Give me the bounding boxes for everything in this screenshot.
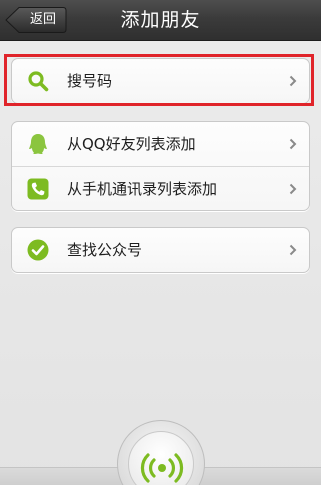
check-circle-icon — [27, 239, 49, 261]
chevron-right-icon — [289, 138, 297, 150]
phone-contacts-item[interactable]: 从手机通讯录列表添加 — [12, 166, 309, 210]
highlight-frame — [4, 54, 314, 106]
qq-penguin-icon — [29, 134, 47, 154]
qq-friends-item[interactable]: 从QQ好友列表添加 — [12, 122, 309, 166]
top-navigation-bar: 返回 添加朋友 — [0, 0, 321, 41]
find-public-account-label: 查找公众号 — [67, 241, 143, 259]
public-accounts-card: 查找公众号 — [11, 227, 310, 273]
radar-button[interactable] — [117, 420, 205, 485]
radar-button-face — [128, 431, 194, 485]
chevron-right-icon — [289, 244, 297, 256]
chevron-right-icon — [289, 183, 297, 195]
radar-signal-icon — [140, 453, 184, 483]
page-title: 添加朋友 — [120, 9, 201, 31]
phone-contacts-label: 从手机通讯录列表添加 — [67, 180, 218, 198]
phone-icon — [27, 178, 49, 200]
import-contacts-card: 从QQ好友列表添加 从手机通讯录列表添加 — [11, 121, 310, 211]
find-public-account-item[interactable]: 查找公众号 — [12, 228, 309, 272]
qq-friends-label: 从QQ好友列表添加 — [67, 135, 196, 153]
